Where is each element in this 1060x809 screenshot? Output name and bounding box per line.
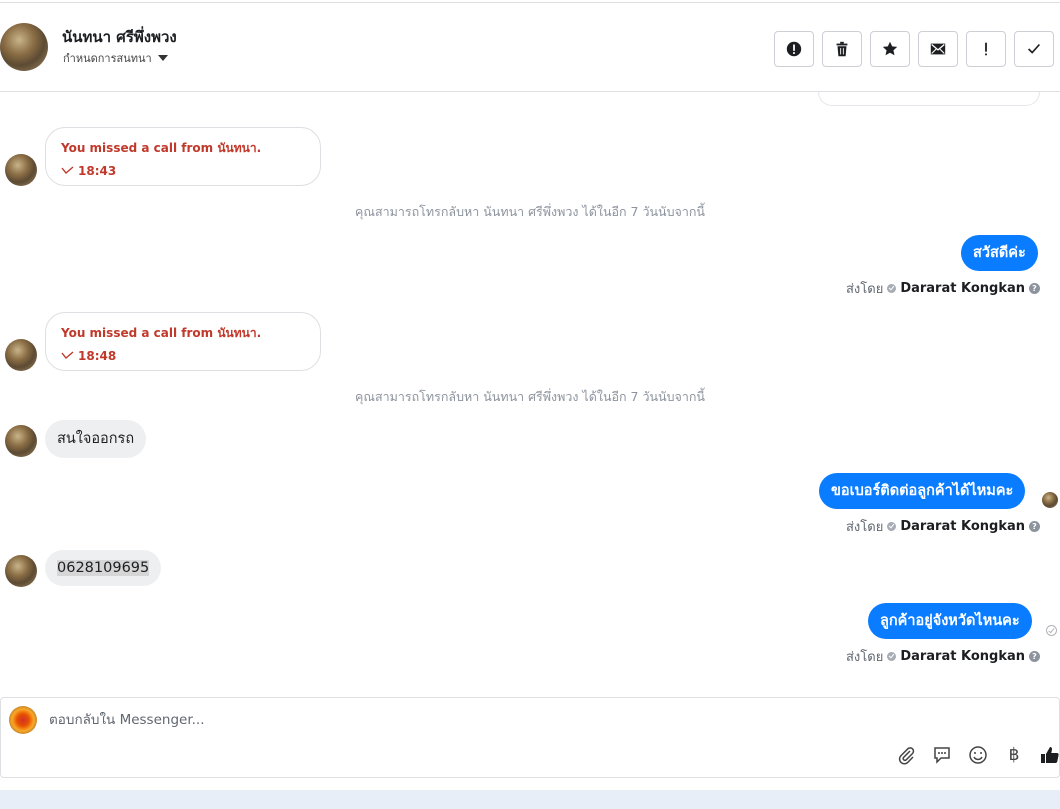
missed-call-card: You missed a call from นันทนา. 18:43 bbox=[45, 127, 321, 186]
check-icon bbox=[1028, 43, 1041, 54]
page-avatar bbox=[9, 706, 37, 734]
sender-name[interactable]: Dararat Kongkan bbox=[900, 649, 1025, 664]
contact-avatar[interactable] bbox=[0, 23, 48, 71]
conversation-schedule-dropdown[interactable]: กำหนดการสนทนา bbox=[63, 49, 168, 67]
contact-avatar-small[interactable] bbox=[5, 339, 37, 371]
paperclip-icon bbox=[898, 747, 915, 765]
verified-check-icon bbox=[887, 652, 897, 661]
exclamation-circle-icon bbox=[786, 41, 802, 57]
schedule-label: กำหนดการสนทนา bbox=[63, 52, 152, 65]
outgoing-message-bubble[interactable]: ลูกค้าอยู่จังหวัดไหนคะ bbox=[868, 603, 1032, 639]
incoming-message-bubble[interactable]: 0628109695 bbox=[45, 550, 162, 586]
conversation-header: นันทนา ศรีพึ่งพวง กำหนดการสนทนา bbox=[0, 2, 1060, 92]
reply-composer: ฿ bbox=[0, 697, 1060, 778]
sent-by-label: ส่งโดย bbox=[845, 650, 884, 665]
contact-avatar-small[interactable] bbox=[5, 555, 37, 587]
callback-note: คุณสามารถโทรกลับหา นันทนา ศรีพึ่งพวง ได้… bbox=[355, 204, 705, 219]
outgoing-message-bubble[interactable]: ขอเบอร์ติดต่อลูกค้าได้ไหมคะ bbox=[819, 473, 1026, 509]
delivered-check-icon bbox=[1046, 625, 1057, 636]
report-button[interactable] bbox=[774, 31, 814, 67]
previous-message-bubble bbox=[818, 92, 1040, 106]
sent-by-label: ส่งโดย bbox=[845, 282, 884, 297]
missed-call-card: You missed a call from นันทนา. 18:48 bbox=[45, 312, 321, 371]
sent-by-label: ส่งโดย bbox=[845, 520, 884, 535]
like-button[interactable] bbox=[1039, 744, 1060, 766]
star-button[interactable] bbox=[870, 31, 910, 67]
like-icon bbox=[1041, 747, 1059, 763]
contact-avatar-small[interactable] bbox=[5, 154, 37, 186]
saved-replies-icon bbox=[934, 747, 950, 764]
composer-tools: ฿ bbox=[895, 744, 1060, 766]
exclamation-icon bbox=[985, 42, 987, 56]
verified-check-icon bbox=[887, 522, 897, 531]
missed-call-time: 18:43 bbox=[61, 164, 305, 178]
missed-call-arrow-icon bbox=[61, 351, 74, 360]
outgoing-message-bubble[interactable]: สวัสดีค่ะ bbox=[961, 235, 1038, 271]
help-icon[interactable]: ? bbox=[1029, 651, 1040, 662]
help-icon[interactable]: ? bbox=[1029, 283, 1040, 294]
sent-by-line: ส่งโดย Dararat Kongkan ? bbox=[846, 516, 1040, 537]
header-actions bbox=[774, 31, 1054, 67]
incoming-message-bubble[interactable]: สนใจออกรถ bbox=[45, 420, 147, 458]
star-icon bbox=[882, 41, 898, 56]
phone-number-text[interactable]: 0628109695 bbox=[57, 560, 150, 576]
envelope-icon bbox=[930, 43, 946, 55]
sent-by-line: ส่งโดย Dararat Kongkan ? bbox=[846, 646, 1040, 667]
verified-check-icon bbox=[887, 284, 897, 293]
sender-name[interactable]: Dararat Kongkan bbox=[900, 281, 1025, 296]
contact-avatar-small[interactable] bbox=[5, 425, 37, 457]
caret-down-icon bbox=[157, 55, 168, 61]
delete-button[interactable] bbox=[822, 31, 862, 67]
emoji-icon bbox=[969, 746, 987, 764]
payment-button[interactable]: ฿ bbox=[1003, 744, 1025, 766]
callback-note: คุณสามารถโทรกลับหา นันทนา ศรีพึ่งพวง ได้… bbox=[355, 389, 705, 404]
mark-unread-button[interactable] bbox=[918, 31, 958, 67]
missed-call-arrow-icon bbox=[61, 166, 74, 175]
seen-avatar bbox=[1042, 492, 1058, 508]
messenger-inbox-thread: นันทนา ศรีพึ่งพวง กำหนดการสนทนา You miss… bbox=[0, 0, 1060, 809]
sent-by-line: ส่งโดย Dararat Kongkan ? bbox=[846, 278, 1040, 299]
baht-icon: ฿ bbox=[1008, 745, 1020, 765]
missed-call-text: You missed a call from นันทนา. bbox=[61, 141, 262, 155]
missed-call-time-text: 18:48 bbox=[78, 349, 117, 363]
missed-call-text: You missed a call from นันทนา. bbox=[61, 326, 262, 340]
message-thread[interactable]: You missed a call from นันทนา. 18:43 คุณ… bbox=[0, 92, 1060, 696]
missed-call-time-text: 18:43 bbox=[78, 164, 117, 178]
attach-button[interactable] bbox=[895, 744, 917, 766]
mark-spam-button[interactable] bbox=[966, 31, 1006, 67]
mark-done-button[interactable] bbox=[1014, 31, 1054, 67]
sender-name[interactable]: Dararat Kongkan bbox=[900, 519, 1025, 534]
help-icon[interactable]: ? bbox=[1029, 521, 1040, 532]
contact-name[interactable]: นันทนา ศรีพึ่งพวง bbox=[62, 25, 177, 49]
emoji-button[interactable] bbox=[967, 744, 989, 766]
trash-icon bbox=[836, 41, 848, 57]
bottom-panel-edge bbox=[0, 790, 1060, 809]
reply-input[interactable] bbox=[49, 712, 849, 728]
missed-call-time: 18:48 bbox=[61, 349, 305, 363]
saved-replies-button[interactable] bbox=[931, 744, 953, 766]
